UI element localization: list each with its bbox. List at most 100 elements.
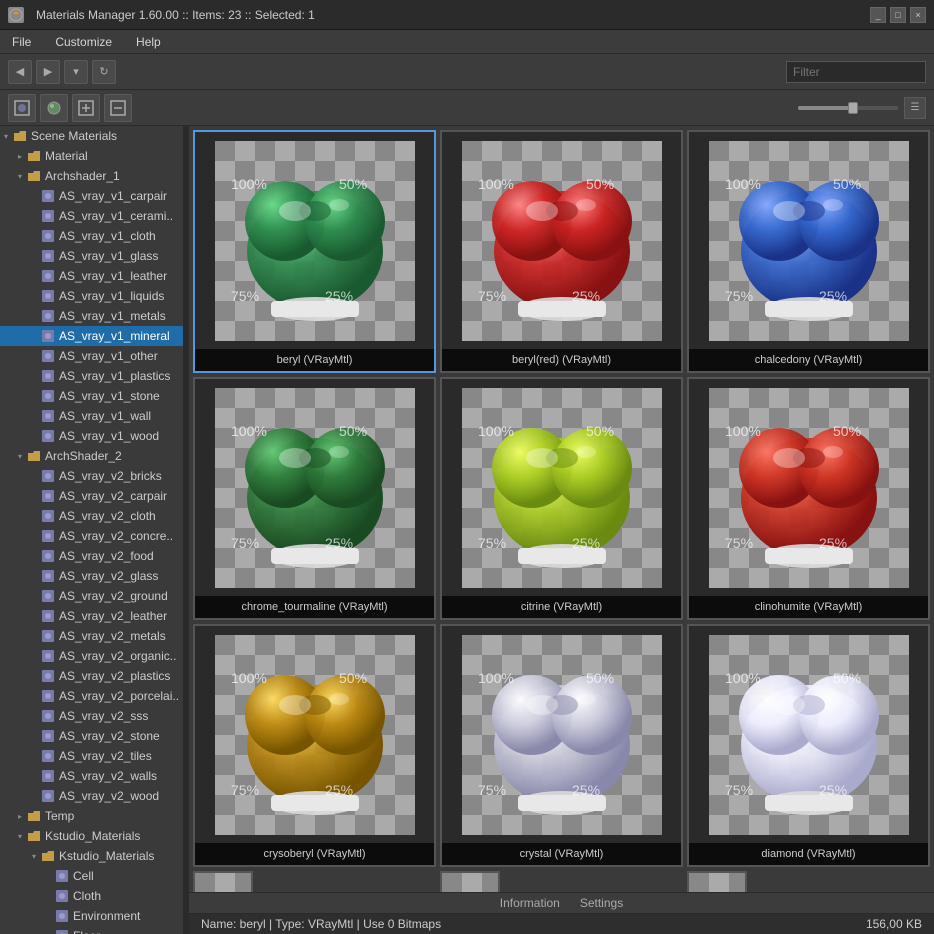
- menu-file[interactable]: File: [8, 33, 35, 51]
- size-slider[interactable]: [798, 106, 898, 110]
- tree-item-as_leather[interactable]: AS_vray_v1_leather: [0, 266, 183, 286]
- tree-item-as_stone[interactable]: AS_vray_v1_stone: [0, 386, 183, 406]
- tree-item-as2_plastics[interactable]: AS_vray_v2_plastics: [0, 666, 183, 686]
- material-item-beryl[interactable]: 100% 75% 50% 25% beryl (VRayMtl): [193, 130, 436, 373]
- tree-item-as2_cloth[interactable]: AS_vray_v2_cloth: [0, 506, 183, 526]
- tree-item-k_environment[interactable]: Environment: [0, 906, 183, 926]
- tree-item-as2_leather[interactable]: AS_vray_v2_leather: [0, 606, 183, 626]
- material-item-beryl_red[interactable]: 100% 75% 50% 25% beryl(red) (VRayMtl): [440, 130, 683, 373]
- tree-item-as2_stone[interactable]: AS_vray_v2_stone: [0, 726, 183, 746]
- tree-label-as_cloth: AS_vray_v1_cloth: [59, 229, 156, 243]
- material-icon: [54, 888, 70, 904]
- material-thumbnail-chalcedony: 100% 75% 50% 25%: [689, 132, 928, 349]
- menu-customize[interactable]: Customize: [51, 33, 116, 51]
- tree-item-as2_tiles[interactable]: AS_vray_v2_tiles: [0, 746, 183, 766]
- tree-item-as_wall[interactable]: AS_vray_v1_wall: [0, 406, 183, 426]
- material-icon: [40, 748, 56, 764]
- tree-item-archshader2[interactable]: ▾ArchShader_2: [0, 446, 183, 466]
- material-item-partial2[interactable]: 100% 75% 50% 25%: [440, 871, 500, 892]
- tree-item-as_liquids[interactable]: AS_vray_v1_liquids: [0, 286, 183, 306]
- tree-item-archshader1[interactable]: ▾Archshader_1: [0, 166, 183, 186]
- material-item-chalcedony[interactable]: 100% 75% 50% 25% chalcedony (VRayMtl): [687, 130, 930, 373]
- material-label-clinohumite: clinohumite (VRayMtl): [689, 596, 928, 618]
- material-item-partial1[interactable]: 100% 75% 50% 25%: [193, 871, 253, 892]
- scene-materials-button[interactable]: [8, 94, 36, 122]
- tree-label-as2_stone: AS_vray_v2_stone: [59, 729, 160, 743]
- view-options-button[interactable]: ☰: [904, 97, 926, 119]
- add-material-button[interactable]: [72, 94, 100, 122]
- tree-item-as_cloth[interactable]: AS_vray_v1_cloth: [0, 226, 183, 246]
- status-text: Name: beryl | Type: VRayMtl | Use 0 Bitm…: [201, 917, 441, 931]
- material-item-crysoberyl[interactable]: 100% 75% 50% 25% crysoberyl (VRayMtl): [193, 624, 436, 867]
- material-item-chrome_tourmaline[interactable]: 100% 75% 50% 25% chrome_tourmaline (VRay…: [193, 377, 436, 620]
- scene-tree[interactable]: ▾Scene Materials▸Material▾Archshader_1AS…: [0, 126, 185, 934]
- tree-item-k_cell[interactable]: Cell: [0, 866, 183, 886]
- svg-text:25%: 25%: [819, 535, 847, 551]
- tree-item-k_cloth[interactable]: Cloth: [0, 886, 183, 906]
- material-item-citrine[interactable]: 100% 75% 50% 25% citrine (VRayMtl): [440, 377, 683, 620]
- tree-label-as2_cloth: AS_vray_v2_cloth: [59, 509, 156, 523]
- tree-arrow-temp: ▸: [14, 812, 26, 821]
- tree-item-as2_sss[interactable]: AS_vray_v2_sss: [0, 706, 183, 726]
- tree-item-as2_glass[interactable]: AS_vray_v2_glass: [0, 566, 183, 586]
- tree-item-material[interactable]: ▸Material: [0, 146, 183, 166]
- filter-input[interactable]: [786, 61, 926, 83]
- remove-material-button[interactable]: [104, 94, 132, 122]
- tree-item-as2_carpaint[interactable]: AS_vray_v2_carpair: [0, 486, 183, 506]
- material-icon: [40, 428, 56, 444]
- tree-item-as2_wood[interactable]: AS_vray_v2_wood: [0, 786, 183, 806]
- svg-text:75%: 75%: [478, 782, 506, 798]
- svg-text:25%: 25%: [819, 288, 847, 304]
- tree-label-as_leather: AS_vray_v1_leather: [59, 269, 167, 283]
- tree-item-k_floor[interactable]: Floor: [0, 926, 183, 934]
- material-item-partial3[interactable]: 100% 75% 50% 25%: [687, 871, 747, 892]
- tree-item-as_glass[interactable]: AS_vray_v1_glass: [0, 246, 183, 266]
- tree-item-scene-materials[interactable]: ▾Scene Materials: [0, 126, 183, 146]
- settings-button[interactable]: Settings: [580, 896, 623, 910]
- material-grid-area[interactable]: 100% 75% 50% 25% beryl (VRayMtl): [189, 126, 934, 892]
- tree-item-as2_food[interactable]: AS_vray_v2_food: [0, 546, 183, 566]
- tree-item-as2_porcelain[interactable]: AS_vray_v2_porcelai..: [0, 686, 183, 706]
- material-item-crystal[interactable]: 100% 75% 50% 25% crystal (VRayMtl): [440, 624, 683, 867]
- forward-button[interactable]: ▶: [36, 60, 60, 84]
- material-item-diamond[interactable]: 100% 75% 50% 25% diamond (VRayMtl): [687, 624, 930, 867]
- information-button[interactable]: Information: [500, 896, 560, 910]
- svg-text:50%: 50%: [833, 176, 861, 192]
- material-thumbnail-diamond: 100% 75% 50% 25%: [689, 626, 928, 843]
- maximize-button[interactable]: □: [890, 7, 906, 23]
- navigation-toolbar: ◀ ▶ ▾ ↻: [0, 54, 934, 90]
- tree-item-as_plastics[interactable]: AS_vray_v1_plastics: [0, 366, 183, 386]
- tree-item-as_metals[interactable]: AS_vray_v1_metals: [0, 306, 183, 326]
- tree-item-as2_organic[interactable]: AS_vray_v2_organic..: [0, 646, 183, 666]
- tree-item-kstudio_materials2[interactable]: ▾Kstudio_Materials: [0, 846, 183, 866]
- tree-item-as_ceramic[interactable]: AS_vray_v1_cerami..: [0, 206, 183, 226]
- dropdown-button[interactable]: ▾: [64, 60, 88, 84]
- minimize-button[interactable]: _: [870, 7, 886, 23]
- tree-item-as2_metals[interactable]: AS_vray_v2_metals: [0, 626, 183, 646]
- material-item-clinohumite[interactable]: 100% 75% 50% 25% clinohumite (VRayMtl): [687, 377, 930, 620]
- material-editor-button[interactable]: [40, 94, 68, 122]
- svg-text:100%: 100%: [725, 176, 761, 192]
- info-settings-bar: Information Settings: [189, 893, 934, 914]
- close-button[interactable]: ×: [910, 7, 926, 23]
- tree-item-as2_walls[interactable]: AS_vray_v2_walls: [0, 766, 183, 786]
- material-label-beryl: beryl (VRayMtl): [195, 349, 434, 371]
- slider-thumb[interactable]: [848, 102, 858, 114]
- tree-item-as2_concrete[interactable]: AS_vray_v2_concre..: [0, 526, 183, 546]
- material-icon: [40, 368, 56, 384]
- tree-label-scene-materials: Scene Materials: [31, 129, 117, 143]
- tree-item-as2_bricks[interactable]: AS_vray_v2_bricks: [0, 466, 183, 486]
- material-icon: [40, 268, 56, 284]
- material-icon: [40, 348, 56, 364]
- tree-item-kstudio_materials[interactable]: ▾Kstudio_Materials: [0, 826, 183, 846]
- menu-help[interactable]: Help: [132, 33, 165, 51]
- tree-item-as_other[interactable]: AS_vray_v1_other: [0, 346, 183, 366]
- tree-item-as_wood[interactable]: AS_vray_v1_wood: [0, 426, 183, 446]
- tree-item-temp[interactable]: ▸Temp: [0, 806, 183, 826]
- back-button[interactable]: ◀: [8, 60, 32, 84]
- tree-item-as_mineral[interactable]: AS_vray_v1_mineral: [0, 326, 183, 346]
- tree-item-as2_ground[interactable]: AS_vray_v2_ground: [0, 586, 183, 606]
- svg-text:50%: 50%: [586, 176, 614, 192]
- tree-item-as_carpaint[interactable]: AS_vray_v1_carpair: [0, 186, 183, 206]
- refresh-button[interactable]: ↻: [92, 60, 116, 84]
